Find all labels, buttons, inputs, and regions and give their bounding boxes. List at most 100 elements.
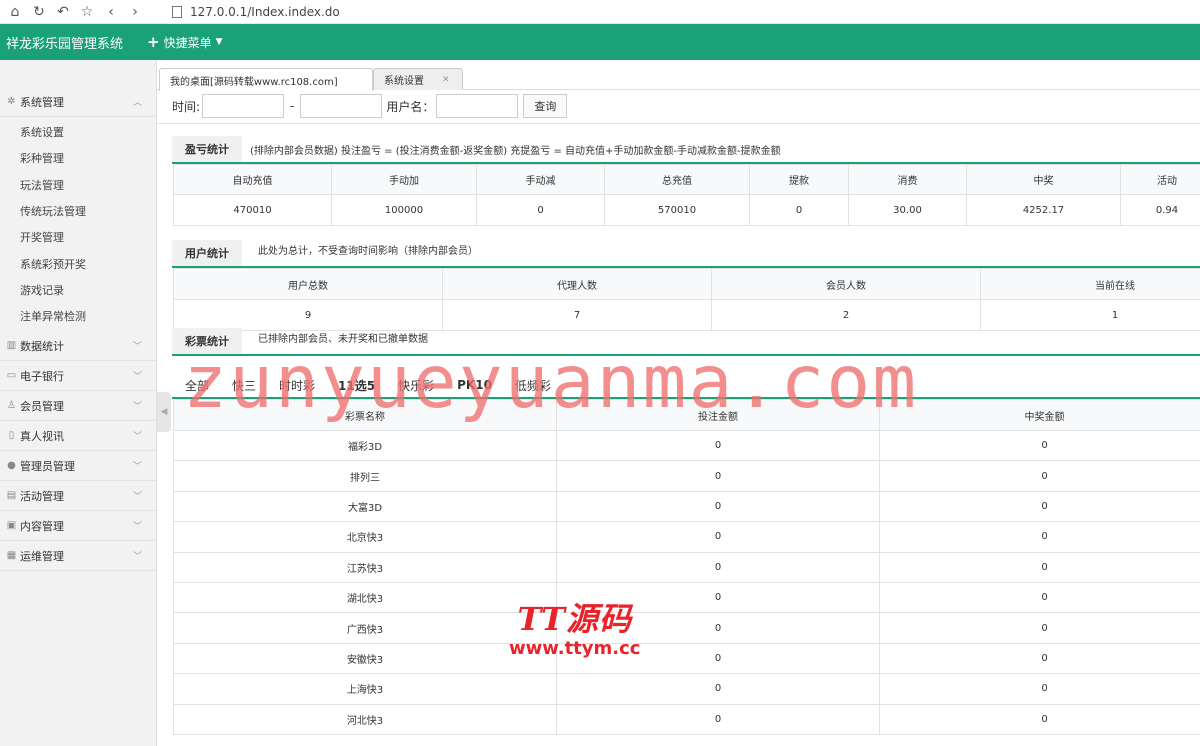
tools-icon: ▦	[6, 550, 17, 562]
column-header: 提款	[749, 164, 849, 195]
sidebar-item-draw-management[interactable]: 开奖管理	[0, 224, 156, 250]
table-row: 安徽快3 0 0	[173, 642, 1200, 675]
sidebar-group-label: 系统管理	[20, 95, 64, 109]
end-time-input[interactable]	[300, 94, 383, 118]
bet-amount-cell: 0	[556, 490, 880, 523]
sidebar-item-pre-draw[interactable]: 系统彩预开奖	[0, 250, 156, 276]
range-separator: -	[290, 99, 295, 113]
watermark-logo-site: www.ttym.cc	[509, 638, 641, 659]
sidebar-item-traditional-play[interactable]: 传统玩法管理	[0, 198, 156, 224]
chevron-down-icon: ﹀	[132, 492, 142, 503]
win-amount-cell: 0	[879, 612, 1200, 644]
username-label: 用户名：	[386, 99, 435, 114]
table-header-row: 自动充值 手动加 手动减 总充值 提款 消费 中奖 活动	[173, 164, 1200, 195]
lottery-name-cell: 福彩3D	[173, 429, 557, 462]
sidebar-group-label: 数据统计	[20, 339, 64, 353]
admin-icon: ●	[7, 460, 16, 472]
chevron-down-icon: ﹀	[132, 402, 142, 413]
sidebar-group-label: 电子银行	[20, 369, 64, 383]
back-icon[interactable]: ‹	[102, 3, 120, 21]
divider	[157, 123, 1200, 124]
chevron-up-icon: ︿	[132, 98, 142, 108]
sidebar-item-game-records[interactable]: 游戏记录	[0, 277, 156, 303]
sidebar-group-ops[interactable]: ▦ 运维管理 ﹀	[0, 541, 156, 572]
table-row: 福彩3D 0 0	[173, 429, 1200, 462]
sidebar-group-activities[interactable]: ▤ 活动管理 ﹀	[0, 481, 156, 512]
sidebar-group-members[interactable]: ♙ 会员管理 ﹀	[0, 391, 156, 422]
plus-icon: +	[147, 33, 160, 51]
table-cell: 0	[476, 194, 605, 226]
column-header: 中奖金额	[879, 399, 1200, 431]
win-amount-cell: 0	[879, 581, 1200, 614]
tab-desktop[interactable]: 我的桌面[源码转载www.rc108.com]	[159, 68, 373, 91]
bet-amount-cell: 0	[556, 673, 880, 705]
sidebar-group-admins[interactable]: ● 管理员管理 ﹀	[0, 451, 156, 482]
table-cell: 30.00	[848, 194, 967, 226]
user-icon: ♙	[7, 400, 16, 412]
watermark-logo-title: TT源码	[517, 600, 632, 638]
lottery-name-cell: 北京快3	[173, 521, 557, 553]
sidebar-group-content[interactable]: ▣ 内容管理 ﹀	[0, 511, 156, 542]
sidebar-group-system[interactable]: ✲ 系统管理 ︿	[0, 87, 156, 117]
chart-icon: ▥	[6, 340, 17, 352]
sidebar-submenu: 系统设置 彩种管理 玩法管理 传统玩法管理 开奖管理 系统彩预开奖 游戏记录 注…	[0, 117, 156, 331]
quick-menu-button[interactable]: + 快捷菜单 ▼	[147, 33, 223, 51]
sidebar-group-label: 真人视讯	[20, 429, 64, 443]
bet-amount-cell: 0	[556, 460, 880, 492]
address-bar[interactable]: 127.0.0.1/Index.index.do	[172, 5, 340, 19]
chevron-down-icon: ﹀	[132, 522, 142, 533]
sidebar-item-lottery-types[interactable]: 彩种管理	[0, 145, 156, 171]
url-text[interactable]: 127.0.0.1/Index.index.do	[190, 5, 340, 19]
sidebar-item-bet-anomaly[interactable]: 注单异常检测	[0, 303, 156, 329]
query-button[interactable]: 查询	[523, 94, 568, 118]
win-amount-cell: 0	[879, 551, 1200, 583]
sidebar-collapse-handle[interactable]: ◀	[157, 392, 171, 432]
bet-amount-cell: 0	[556, 703, 880, 735]
win-amount-cell: 0	[879, 429, 1200, 462]
star-icon[interactable]: ☆	[78, 3, 96, 21]
column-header: 手动加	[331, 164, 477, 195]
table-row: 广西快3 0 0	[173, 612, 1200, 644]
table-cell: 0.94	[1120, 194, 1200, 226]
browser-toolbar: ⌂ ↻ ↶ ☆ ‹ › 127.0.0.1/Index.index.do	[0, 0, 1200, 24]
table-cell: 7	[442, 299, 712, 331]
app-title: 祥龙彩乐园管理系统	[6, 36, 124, 52]
chevron-down-icon: ﹀	[132, 432, 142, 443]
sidebar-group-label: 管理员管理	[20, 459, 75, 473]
win-amount-cell: 0	[879, 490, 1200, 523]
chevron-down-icon: ﹀	[132, 372, 142, 383]
table-cell: 4252.17	[966, 194, 1121, 226]
user-stats-title: 用户统计	[172, 240, 242, 266]
refresh-icon[interactable]: ↻	[30, 3, 48, 21]
undo-icon[interactable]: ↶	[54, 3, 72, 21]
table-cell: 100000	[331, 194, 477, 226]
column-header: 活动	[1120, 164, 1200, 195]
table-row: 大富3D 0 0	[173, 490, 1200, 523]
sidebar-group-statistics[interactable]: ▥ 数据统计 ﹀	[0, 331, 156, 362]
app-header: 祥龙彩乐园管理系统 + 快捷菜单 ▼	[0, 24, 1200, 60]
win-amount-cell: 0	[879, 642, 1200, 675]
forward-icon[interactable]: ›	[126, 3, 144, 21]
video-icon: ▯	[8, 430, 15, 442]
start-time-input[interactable]	[202, 94, 285, 118]
table-cell: 470010	[173, 194, 332, 226]
gift-icon: ▤	[6, 490, 17, 502]
lottery-name-cell: 安徽快3	[173, 642, 557, 675]
bet-amount-cell: 0	[556, 521, 880, 553]
sidebar-item-play-methods[interactable]: 玩法管理	[0, 172, 156, 198]
sidebar-group-live-video[interactable]: ▯ 真人视讯 ﹀	[0, 421, 156, 452]
table-row: 河北快3 0 0	[173, 703, 1200, 735]
sidebar-group-label: 活动管理	[20, 489, 64, 503]
sidebar-group-ebank[interactable]: ▭ 电子银行 ﹀	[0, 361, 156, 392]
column-header: 会员人数	[711, 268, 981, 300]
tab-label: 系统设置	[384, 76, 424, 87]
home-icon[interactable]: ⌂	[6, 3, 24, 21]
username-input[interactable]	[436, 94, 519, 118]
sidebar-item-system-settings[interactable]: 系统设置	[0, 119, 156, 145]
tab-system-settings[interactable]: 系统设置 ✕	[373, 68, 463, 90]
tab-label: 我的桌面[源码转载www.rc108.com]	[170, 76, 338, 88]
close-icon[interactable]: ✕	[442, 75, 450, 85]
sidebar-group-label: 会员管理	[20, 399, 64, 413]
chevron-down-icon: ▼	[215, 37, 223, 47]
user-table: 用户总数 代理人数 会员人数 当前在线 9 7 2 1	[173, 268, 1200, 331]
